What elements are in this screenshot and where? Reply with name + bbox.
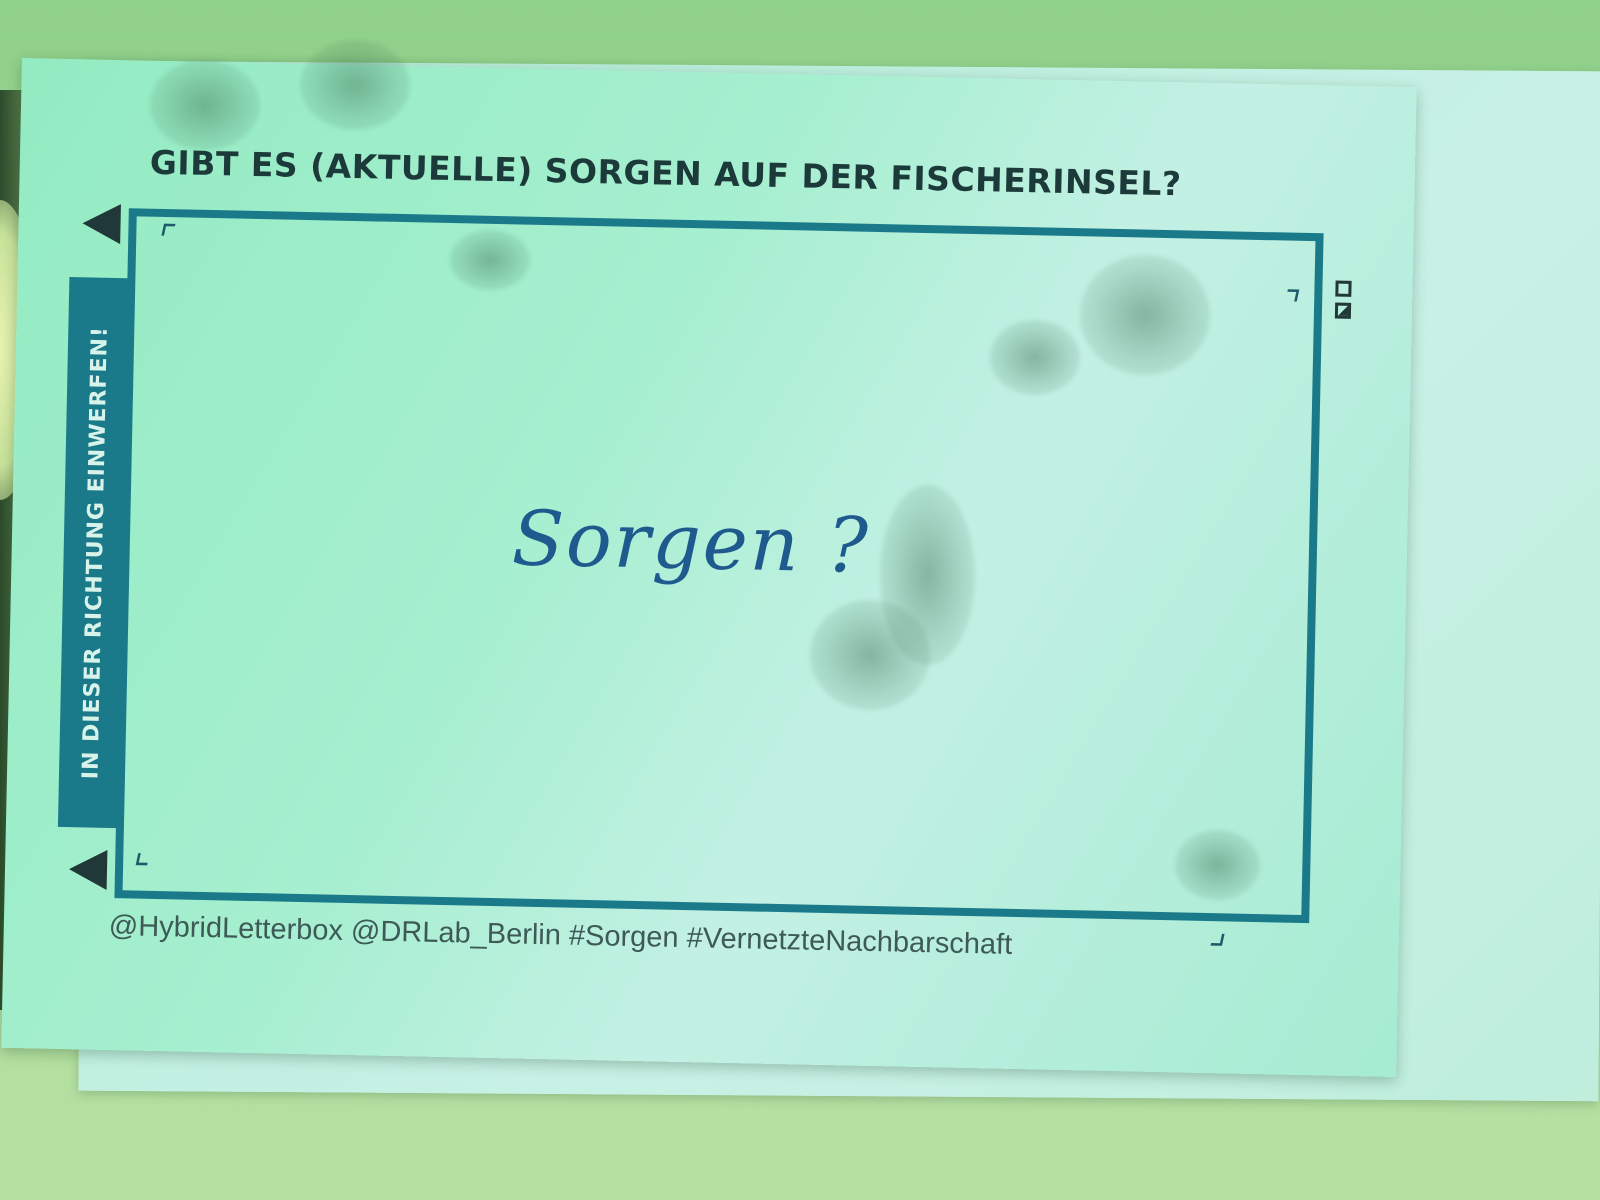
lens-smudge xyxy=(1080,255,1210,375)
registration-marks xyxy=(1334,280,1352,319)
lens-smudge xyxy=(300,40,410,130)
lens-smudge xyxy=(990,320,1080,395)
registration-mark-filled-icon xyxy=(1334,302,1352,319)
insert-arrow-top-icon xyxy=(82,203,121,245)
lens-smudge xyxy=(150,60,260,150)
lens-smudge xyxy=(1175,830,1260,900)
postcard: GIBT ES (AKTUELLE) SORGEN AUF DER FISCHE… xyxy=(1,58,1417,1077)
corner-marker-bottom-right-icon: ⌟ xyxy=(1208,911,1227,953)
handwritten-answer: Sorgen ? xyxy=(511,493,871,590)
card-footer: @HybridLetterbox @DRLab_Berlin #Sorgen #… xyxy=(108,910,1013,961)
insert-arrow-bottom-icon xyxy=(68,849,108,890)
corner-marker-top-left-icon: ⌜ xyxy=(157,218,176,261)
lens-smudge xyxy=(810,600,930,710)
corner-marker-top-right-icon: ⌝ xyxy=(1281,284,1300,326)
corner-marker-bottom-left-icon: ⌞ xyxy=(132,830,151,872)
registration-mark-empty-icon xyxy=(1335,280,1352,297)
card-title: GIBT ES (AKTUELLE) SORGEN AUF DER FISCHE… xyxy=(149,142,1182,204)
lens-smudge xyxy=(450,230,530,290)
